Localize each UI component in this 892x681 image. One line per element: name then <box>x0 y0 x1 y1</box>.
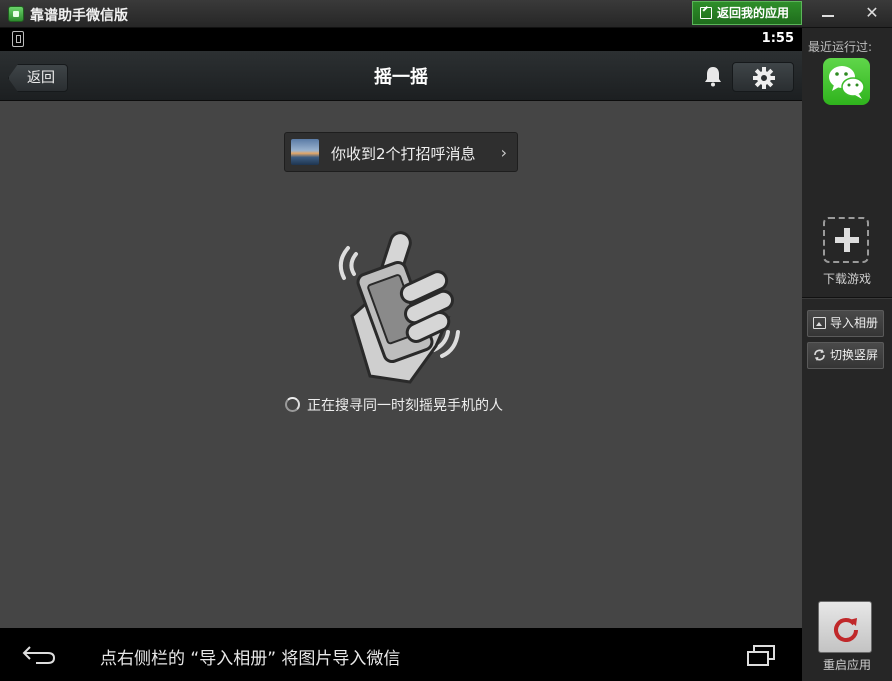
phone-status-icon <box>12 31 24 47</box>
shake-content: 你收到2个打招呼消息 › 正在搜寻同一时刻摇晃手机的人 <box>0 102 802 681</box>
settings-button[interactable] <box>732 62 794 92</box>
download-game-label: 下载游戏 <box>822 272 871 286</box>
android-nav-bar: 点右侧栏的 “导入相册” 将图片导入微信 <box>0 628 802 681</box>
status-time: 1:55 <box>761 31 794 46</box>
wechat-icon[interactable] <box>823 58 870 105</box>
app-window: 靠谱助手微信版 返回我的应用 ✕ 1:55 返回 摇一摇 你收到2个打招呼消息 … <box>0 0 892 681</box>
rotate-icon <box>814 349 825 361</box>
toggle-orientation-label: 切换竖屏 <box>830 348 879 362</box>
greeting-text: 你收到2个打招呼消息 <box>331 145 476 163</box>
gear-icon <box>753 67 775 89</box>
app-logo-icon <box>8 6 24 22</box>
title-bar: 靠谱助手微信版 返回我的应用 ✕ <box>0 0 892 28</box>
side-panel: 最近运行过: 下载游戏 导入相册 切换竖屏 重启应用 <box>802 28 892 681</box>
download-game-button[interactable] <box>823 217 869 263</box>
back-arrow-icon[interactable] <box>22 644 56 664</box>
import-album-button[interactable]: 导入相册 <box>807 310 884 337</box>
shake-phone-icon <box>338 231 460 384</box>
restart-app-button[interactable] <box>818 601 872 653</box>
side-divider <box>802 297 892 299</box>
searching-text: 正在搜寻同一时刻摇晃手机的人 <box>307 398 503 414</box>
photo-icon <box>813 317 826 329</box>
chevron-right-icon: › <box>500 143 507 162</box>
recent-label: 最近运行过: <box>808 40 873 54</box>
close-icon[interactable]: ✕ <box>860 2 884 24</box>
spinner-icon <box>285 397 300 412</box>
import-album-label: 导入相册 <box>830 316 879 330</box>
greeting-thumbnail <box>291 139 319 165</box>
page-title: 摇一摇 <box>374 67 428 88</box>
import-album-hint: 点右侧栏的 “导入相册” 将图片导入微信 <box>100 649 401 669</box>
wechat-logo <box>829 66 865 99</box>
phone-screen: 1:55 返回 摇一摇 你收到2个打招呼消息 › 正在搜寻同一时刻摇晃手机的人 … <box>0 28 802 681</box>
window-title: 靠谱助手微信版 <box>30 8 128 24</box>
restart-app-label: 重启应用 <box>822 658 871 672</box>
recent-apps-icon[interactable] <box>746 644 776 666</box>
minimize-icon[interactable] <box>816 2 840 24</box>
nav-bar: 返回 摇一摇 <box>0 51 802 101</box>
refresh-icon <box>834 618 858 642</box>
greeting-messages-button[interactable]: 你收到2个打招呼消息 › <box>284 132 518 172</box>
return-button-label: 返回我的应用 <box>717 6 790 20</box>
status-bar: 1:55 <box>0 28 802 51</box>
toggle-orientation-button[interactable]: 切换竖屏 <box>807 342 884 369</box>
bell-icon[interactable] <box>703 65 723 87</box>
return-to-my-apps-button[interactable]: 返回我的应用 <box>692 1 802 25</box>
external-link-icon <box>700 7 712 19</box>
